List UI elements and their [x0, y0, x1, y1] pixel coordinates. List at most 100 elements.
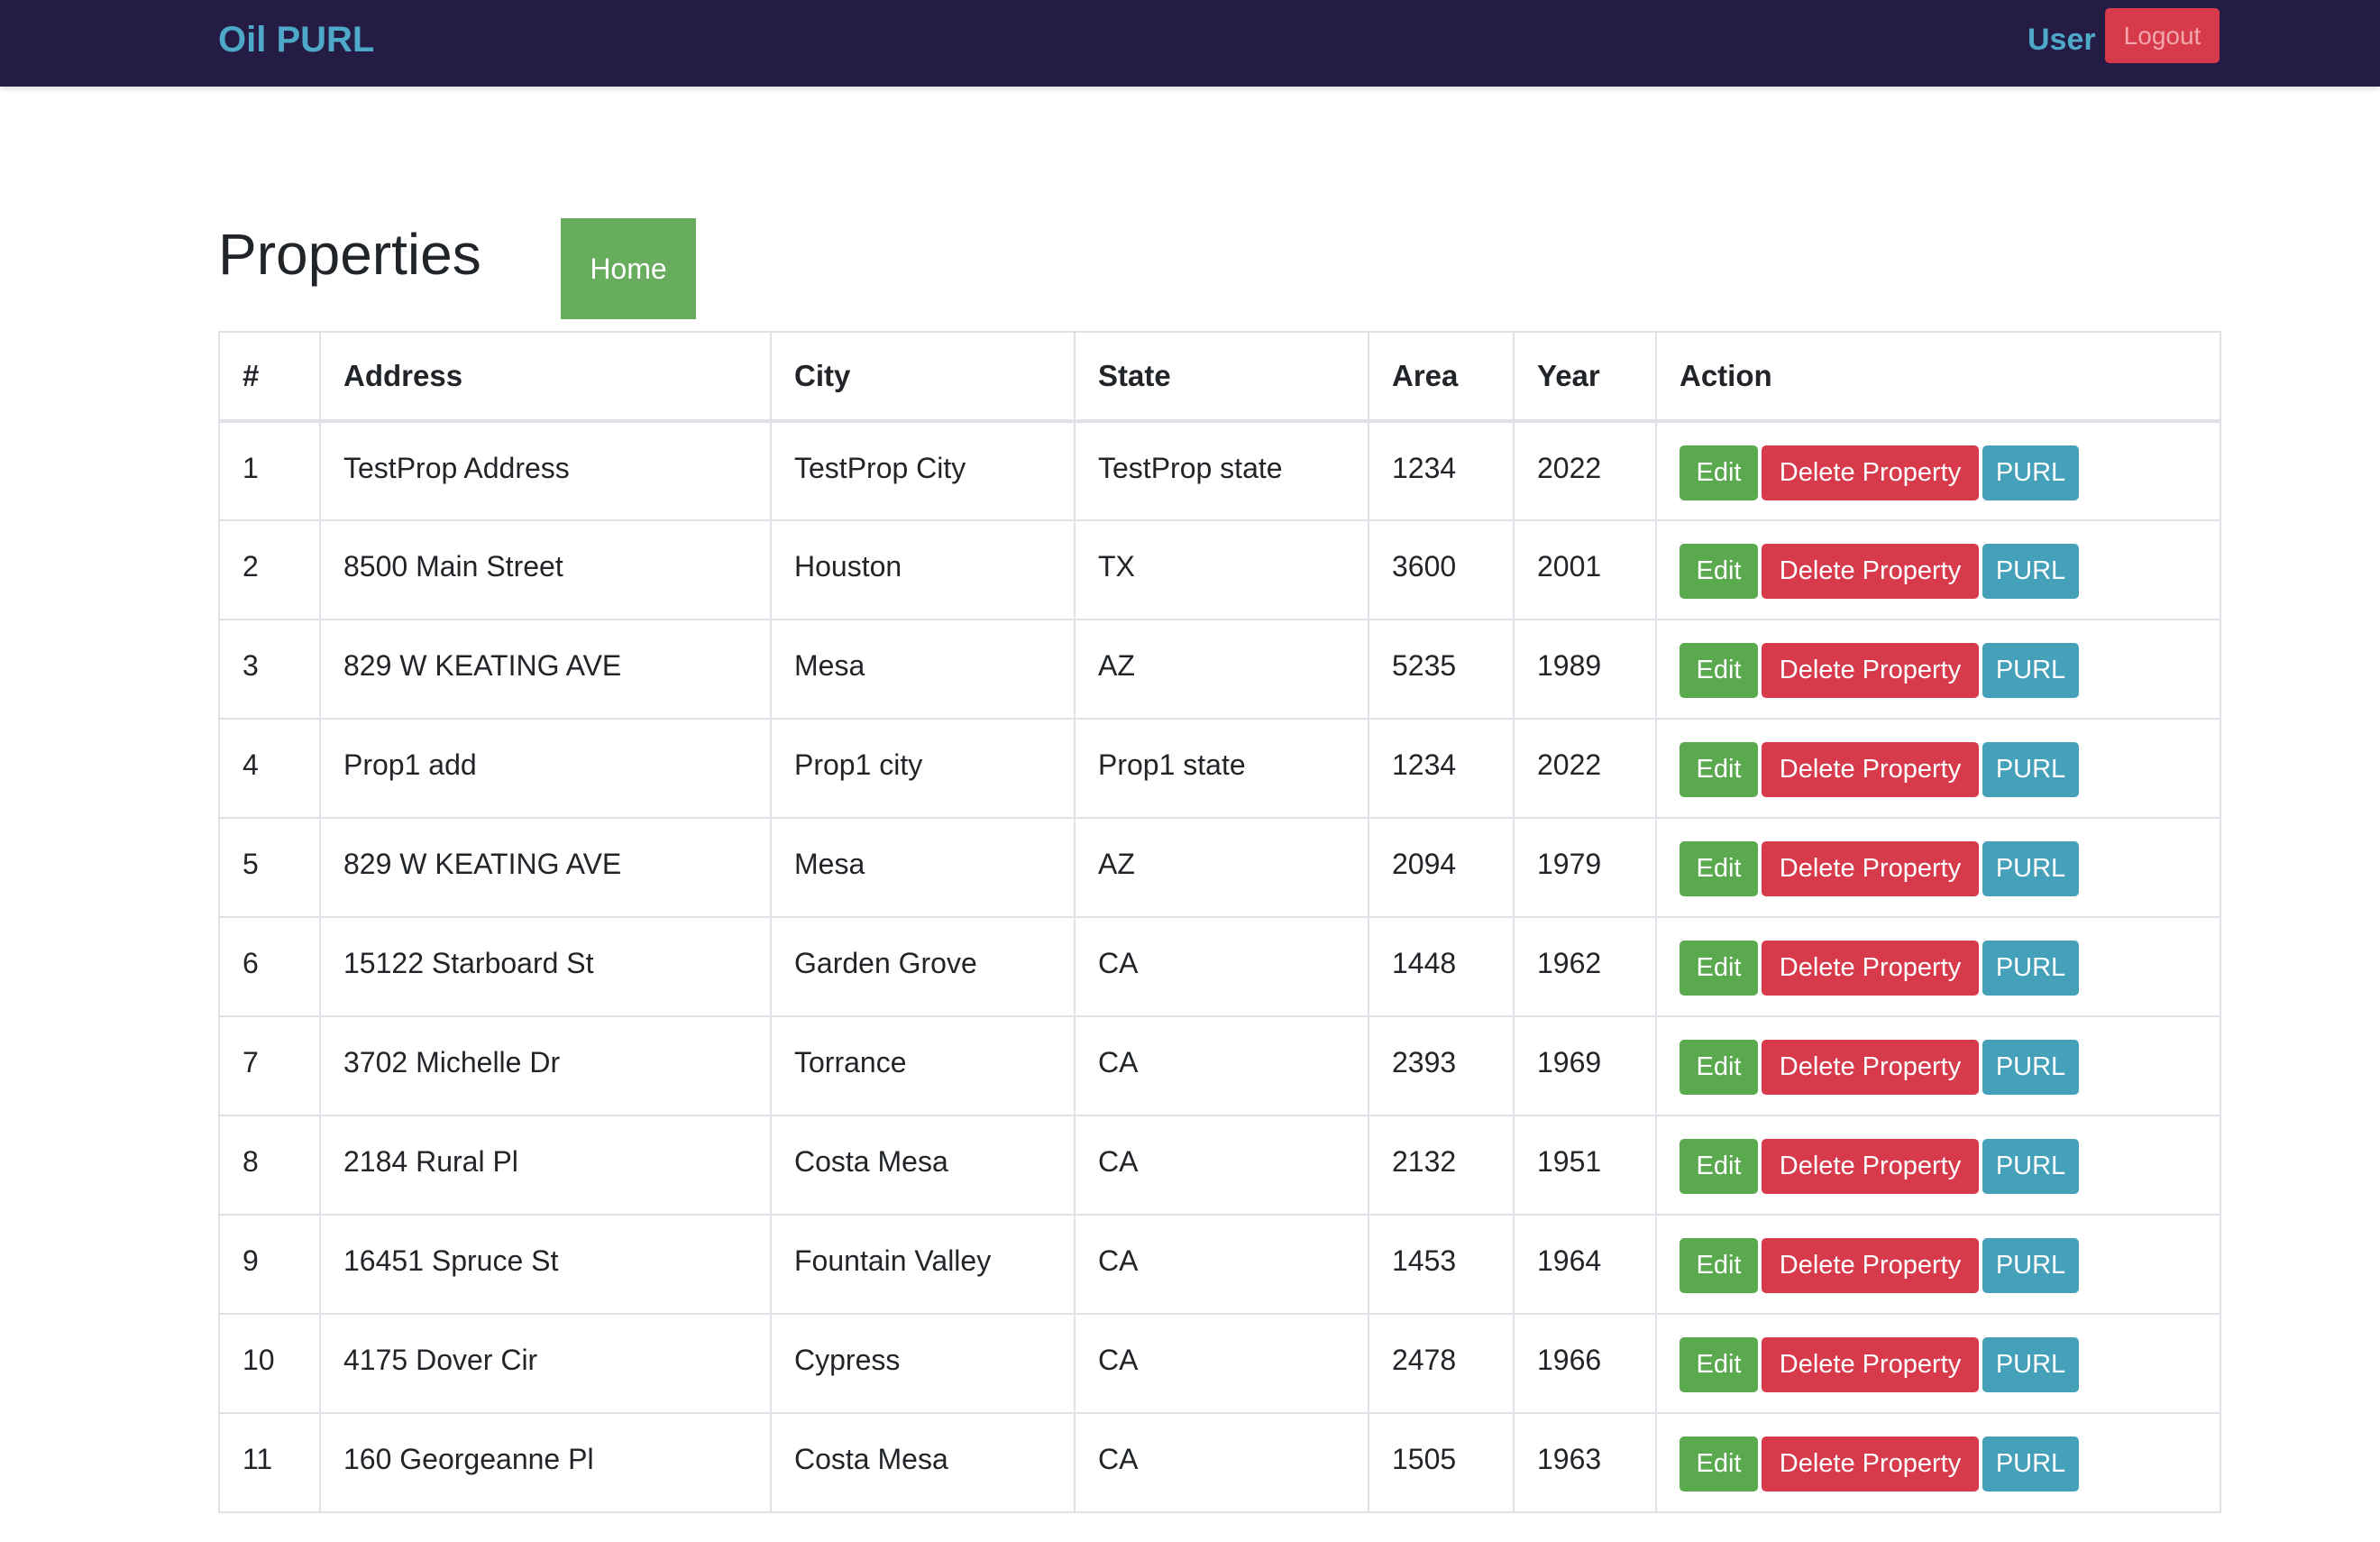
- edit-button[interactable]: Edit: [1680, 1238, 1758, 1293]
- column-header-city: City: [770, 331, 1076, 423]
- cell-year: 1989: [1513, 619, 1657, 720]
- delete-property-button[interactable]: Delete Property: [1762, 1337, 1979, 1392]
- purl-button[interactable]: PURL: [1982, 941, 2079, 996]
- cell-year: 2001: [1513, 519, 1657, 620]
- delete-property-button[interactable]: Delete Property: [1762, 1139, 1979, 1194]
- cell-actions: Edit Delete Property PURL: [1655, 1115, 2221, 1216]
- cell-state: AZ: [1074, 817, 1369, 918]
- purl-button[interactable]: PURL: [1982, 1436, 2079, 1492]
- top-navbar: Oil PURL User Logout: [0, 0, 2380, 87]
- table-row: 1 TestProp Address TestProp City TestProp s…: [218, 420, 2221, 521]
- cell-year: 2022: [1513, 420, 1657, 521]
- delete-property-button[interactable]: Delete Property: [1762, 1436, 1979, 1492]
- delete-property-button[interactable]: Delete Property: [1762, 1040, 1979, 1095]
- cell-state: TX: [1074, 519, 1369, 620]
- page-title: Properties: [218, 222, 481, 287]
- table-row: 8 2184 Rural Pl Costa Mesa CA 2132 1951 Edit De…: [218, 1115, 2221, 1216]
- table-row: 6 15122 Starboard St Garden Grove CA 1448 196…: [218, 916, 2221, 1017]
- delete-property-button[interactable]: Delete Property: [1762, 544, 1979, 599]
- cell-year: 1951: [1513, 1115, 1657, 1216]
- column-header-address: Address: [319, 331, 772, 423]
- cell-num: 10: [218, 1313, 321, 1414]
- cell-actions: Edit Delete Property PURL: [1655, 718, 2221, 819]
- cell-num: 8: [218, 1115, 321, 1216]
- table-row: 9 16451 Spruce St Fountain Valley CA 1453 196…: [218, 1214, 2221, 1315]
- cell-actions: Edit Delete Property PURL: [1655, 1313, 2221, 1414]
- purl-button[interactable]: PURL: [1982, 841, 2079, 896]
- cell-num: 6: [218, 916, 321, 1017]
- purl-button[interactable]: PURL: [1982, 1139, 2079, 1194]
- table-header-row: # Address City State Area Year Action: [218, 331, 2221, 423]
- cell-year: 1969: [1513, 1015, 1657, 1116]
- cell-num: 11: [218, 1412, 321, 1513]
- cell-address: 15122 Starboard St: [319, 916, 772, 1017]
- table-row: 10 4175 Dover Cir Cypress CA 2478 1966 Edit Del…: [218, 1313, 2221, 1414]
- cell-area: 1234: [1368, 420, 1515, 521]
- cell-actions: Edit Delete Property PURL: [1655, 1015, 2221, 1116]
- cell-address: 829 W KEATING AVE: [319, 619, 772, 720]
- user-label[interactable]: User: [2028, 18, 2096, 61]
- purl-button[interactable]: PURL: [1982, 445, 2079, 500]
- purl-button[interactable]: PURL: [1982, 643, 2079, 698]
- purl-button[interactable]: PURL: [1982, 742, 2079, 797]
- edit-button[interactable]: Edit: [1680, 742, 1758, 797]
- column-header-state: State: [1074, 331, 1369, 423]
- table-row: 2 8500 Main Street Houston TX 3600 2001 Edit De…: [218, 519, 2221, 620]
- edit-button[interactable]: Edit: [1680, 1139, 1758, 1194]
- table-body: 1 TestProp Address TestProp City TestProp s…: [218, 420, 2221, 1513]
- edit-button[interactable]: Edit: [1680, 941, 1758, 996]
- delete-property-button[interactable]: Delete Property: [1762, 841, 1979, 896]
- cell-city: TestProp City: [770, 420, 1076, 521]
- cell-state: CA: [1074, 1412, 1369, 1513]
- cell-city: Prop1 city: [770, 718, 1076, 819]
- edit-button[interactable]: Edit: [1680, 1337, 1758, 1392]
- cell-area: 2132: [1368, 1115, 1515, 1216]
- cell-year: 1966: [1513, 1313, 1657, 1414]
- delete-property-button[interactable]: Delete Property: [1762, 742, 1979, 797]
- home-button[interactable]: Home: [561, 218, 696, 319]
- cell-actions: Edit Delete Property PURL: [1655, 1412, 2221, 1513]
- logout-button[interactable]: Logout: [2105, 8, 2220, 63]
- cell-year: 1963: [1513, 1412, 1657, 1513]
- purl-button[interactable]: PURL: [1982, 1040, 2079, 1095]
- column-header-year: Year: [1513, 331, 1657, 423]
- cell-address: 3702 Michelle Dr: [319, 1015, 772, 1116]
- cell-year: 1979: [1513, 817, 1657, 918]
- properties-table: # Address City State Area Year Action 1T…: [218, 331, 2221, 1513]
- edit-button[interactable]: Edit: [1680, 445, 1758, 500]
- table-row: 3 829 W KEATING AVE Mesa AZ 5235 1989 Edit Dele…: [218, 619, 2221, 720]
- cell-num: 7: [218, 1015, 321, 1116]
- cell-year: 2022: [1513, 718, 1657, 819]
- cell-city: Torrance: [770, 1015, 1076, 1116]
- purl-button[interactable]: PURL: [1982, 1337, 2079, 1392]
- cell-area: 1234: [1368, 718, 1515, 819]
- cell-state: CA: [1074, 1115, 1369, 1216]
- edit-button[interactable]: Edit: [1680, 643, 1758, 698]
- cell-city: Cypress: [770, 1313, 1076, 1414]
- cell-num: 1: [218, 420, 321, 521]
- cell-num: 3: [218, 619, 321, 720]
- cell-actions: Edit Delete Property PURL: [1655, 619, 2221, 720]
- brand-link[interactable]: Oil PURL: [218, 16, 374, 63]
- cell-year: 1962: [1513, 916, 1657, 1017]
- delete-property-button[interactable]: Delete Property: [1762, 941, 1979, 996]
- delete-property-button[interactable]: Delete Property: [1762, 643, 1979, 698]
- cell-city: Houston: [770, 519, 1076, 620]
- cell-address: 8500 Main Street: [319, 519, 772, 620]
- cell-area: 2478: [1368, 1313, 1515, 1414]
- cell-state: AZ: [1074, 619, 1369, 720]
- edit-button[interactable]: Edit: [1680, 1436, 1758, 1492]
- cell-address: 2184 Rural Pl: [319, 1115, 772, 1216]
- column-header-action: Action: [1655, 331, 2221, 423]
- delete-property-button[interactable]: Delete Property: [1762, 1238, 1979, 1293]
- edit-button[interactable]: Edit: [1680, 1040, 1758, 1095]
- cell-city: Costa Mesa: [770, 1412, 1076, 1513]
- purl-button[interactable]: PURL: [1982, 544, 2079, 599]
- delete-property-button[interactable]: Delete Property: [1762, 445, 1979, 500]
- cell-area: 2393: [1368, 1015, 1515, 1116]
- purl-button[interactable]: PURL: [1982, 1238, 2079, 1293]
- cell-actions: Edit Delete Property PURL: [1655, 420, 2221, 521]
- edit-button[interactable]: Edit: [1680, 544, 1758, 599]
- edit-button[interactable]: Edit: [1680, 841, 1758, 896]
- cell-state: Prop1 state: [1074, 718, 1369, 819]
